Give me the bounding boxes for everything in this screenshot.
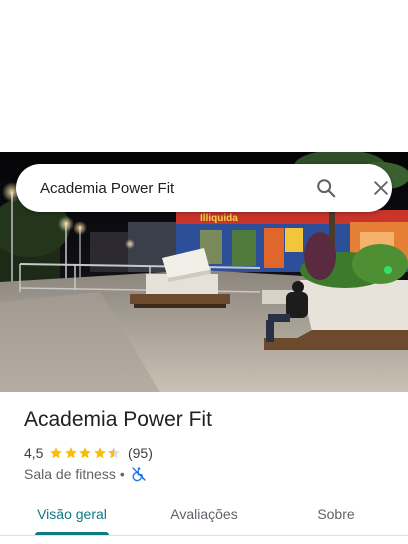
tab-about[interactable]: Sobre xyxy=(290,496,382,532)
star-icon xyxy=(94,447,106,459)
half-star-icon xyxy=(108,447,121,459)
place-title: Academia Power Fit xyxy=(24,408,212,431)
blank-header-area xyxy=(0,0,408,152)
star-icon xyxy=(79,447,92,459)
tab-overview[interactable]: Visão geral xyxy=(24,496,120,532)
search-input[interactable]: Academia Power Fit xyxy=(40,180,392,197)
star-rating xyxy=(49,446,122,460)
tabs-divider xyxy=(0,535,408,536)
tab-reviews[interactable]: Avaliações xyxy=(156,496,252,532)
review-count[interactable]: (95) xyxy=(128,445,153,461)
close-icon[interactable] xyxy=(369,176,393,200)
wheelchair-not-accessible-icon[interactable] xyxy=(131,466,147,482)
category-separator: • xyxy=(119,466,125,482)
svg-text:Illiquida: Illiquida xyxy=(200,213,238,224)
star-icon xyxy=(65,447,77,459)
star-icon xyxy=(50,447,63,459)
rating-value: 4,5 xyxy=(24,445,44,461)
rating-row[interactable]: 4,5 (95) xyxy=(24,444,153,462)
search-bar[interactable]: Academia Power Fit xyxy=(16,164,392,212)
place-tabs: Visão geral Avaliações Sobre xyxy=(0,496,408,536)
search-icon[interactable] xyxy=(314,176,338,200)
place-category: Sala de fitness xyxy=(24,466,116,482)
category-row: Sala de fitness • xyxy=(24,465,147,483)
